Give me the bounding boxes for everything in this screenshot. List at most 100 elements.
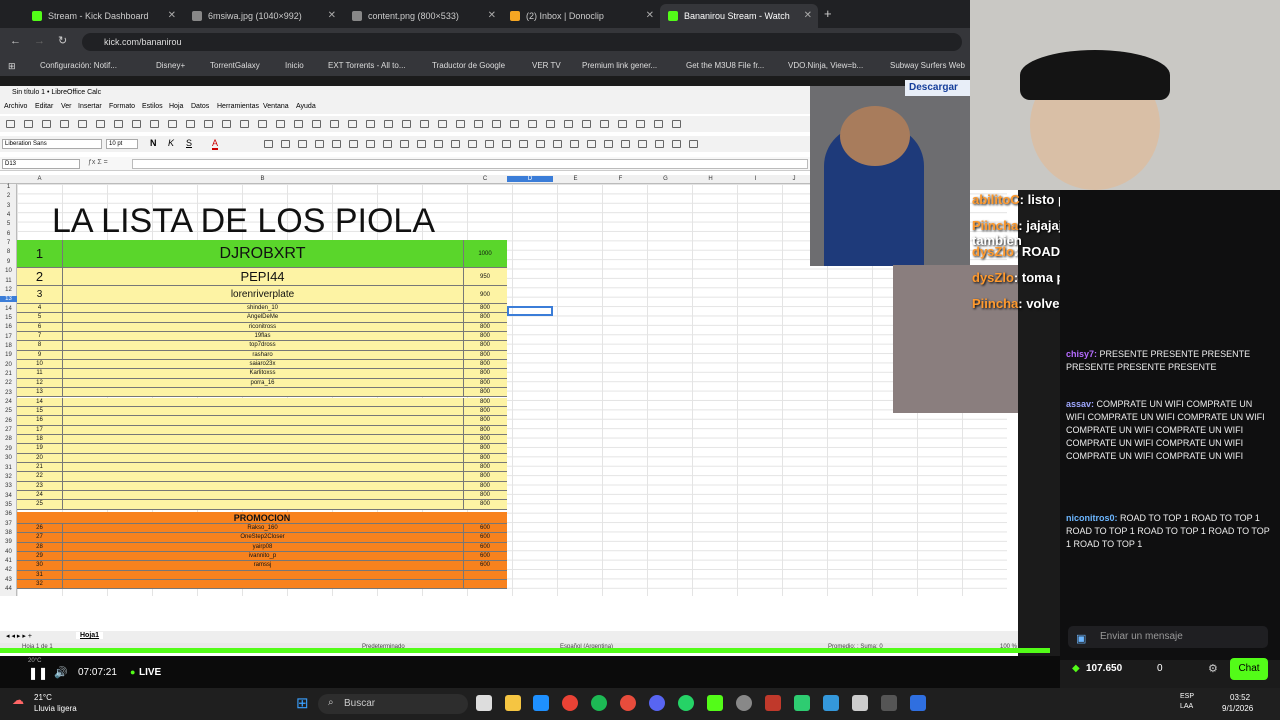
app-icon[interactable] <box>823 695 839 711</box>
row-header[interactable]: 12 <box>0 287 17 293</box>
row-header[interactable]: 9 <box>0 259 17 265</box>
bookmark-item[interactable]: Configuración: Notif... <box>40 61 117 70</box>
row-header[interactable]: 39 <box>0 539 17 545</box>
row-header[interactable]: 16 <box>0 324 17 330</box>
table-row[interactable]: 31 <box>17 570 507 581</box>
toolbar-icon[interactable] <box>519 140 528 148</box>
store-icon[interactable] <box>533 695 549 711</box>
toolbar-icon[interactable] <box>621 140 630 148</box>
column-header[interactable]: A <box>17 176 62 182</box>
row-header[interactable]: 19 <box>0 352 17 358</box>
bookmark-item[interactable]: VER TV <box>532 61 561 70</box>
italic-icon[interactable]: K <box>168 138 174 148</box>
row-header[interactable]: 13 <box>0 296 17 303</box>
row-header[interactable]: 27 <box>0 427 17 433</box>
toolbar-icon[interactable] <box>553 140 562 148</box>
toolbar-icon[interactable] <box>468 140 477 148</box>
table-row[interactable]: 4 shinden_10 800 <box>17 304 507 314</box>
table-row[interactable]: 32 <box>17 580 507 590</box>
app-icon[interactable] <box>765 695 781 711</box>
toolbar-icon[interactable] <box>150 120 159 128</box>
font-color-icon[interactable]: A <box>212 138 219 150</box>
name-box[interactable]: D13 <box>2 159 80 169</box>
bookmark-item[interactable]: Get the M3U8 File fr... <box>686 61 764 70</box>
table-row[interactable]: 1 DJROBXRT 1000 <box>17 240 507 268</box>
toolbar-icon[interactable] <box>582 120 591 128</box>
chat-username[interactable]: niconitros0: <box>1066 513 1118 523</box>
toolbar-icon[interactable] <box>384 120 393 128</box>
file-explorer-icon[interactable] <box>505 695 521 711</box>
app-icon[interactable] <box>910 695 926 711</box>
chat-username[interactable]: chisy7: <box>1066 349 1097 359</box>
row-header[interactable]: 8 <box>0 249 17 255</box>
close-icon[interactable]: ✕ <box>488 10 496 21</box>
table-row[interactable]: 29 ivannito_p 600 <box>17 552 507 562</box>
clock-date[interactable]: 9/1/2026 <box>1222 704 1253 713</box>
app-icon[interactable] <box>620 695 636 711</box>
menu-herramientas[interactable]: Herramientas <box>217 103 259 110</box>
toolbar-icon[interactable] <box>420 120 429 128</box>
chat-settings-icon[interactable]: ▣ <box>1076 632 1086 645</box>
font-name-select[interactable]: Liberation Sans <box>2 139 102 149</box>
reload-icon[interactable]: ↻ <box>58 34 67 47</box>
chrome-icon[interactable] <box>562 695 578 711</box>
whatsapp-icon[interactable] <box>678 695 694 711</box>
toolbar-icon[interactable] <box>186 120 195 128</box>
table-row[interactable]: 8 top7dross 800 <box>17 341 507 351</box>
toolbar-icon[interactable] <box>383 140 392 148</box>
new-tab-icon[interactable]: + <box>824 6 832 21</box>
row-header[interactable]: 36 <box>0 511 17 517</box>
menu-editar[interactable]: Editar <box>35 103 53 110</box>
menu-hoja[interactable]: Hoja <box>169 103 183 110</box>
row-header[interactable]: 14 <box>0 306 17 312</box>
discord-icon[interactable] <box>649 695 665 711</box>
toolbar-icon[interactable] <box>502 140 511 148</box>
toolbar-icon[interactable] <box>315 140 324 148</box>
toolbar-icon[interactable] <box>281 140 290 148</box>
toolbar-icon[interactable] <box>330 120 339 128</box>
formula-input[interactable] <box>132 159 808 169</box>
clock-time[interactable]: 03:52 <box>1230 693 1250 702</box>
bookmark-item[interactable]: VDO.Ninja, View=b... <box>788 61 863 70</box>
toolbar-icon[interactable] <box>654 120 663 128</box>
row-header[interactable]: 7 <box>0 240 17 246</box>
table-row[interactable]: 9 rasharo 800 <box>17 350 507 361</box>
toolbar-icon[interactable] <box>264 140 273 148</box>
toolbar-icon[interactable] <box>60 120 69 128</box>
toolbar-icon[interactable] <box>366 120 375 128</box>
row-header[interactable]: 42 <box>0 567 17 573</box>
table-row[interactable]: 24 800 <box>17 491 507 501</box>
windows-start-icon[interactable]: ⊞ <box>296 694 309 712</box>
toolbar-icon[interactable] <box>456 120 465 128</box>
bookmark-item[interactable]: Disney+ <box>156 61 185 70</box>
toolbar-icon[interactable] <box>528 120 537 128</box>
url-input[interactable]: kick.com/bananirou <box>82 33 962 51</box>
row-header[interactable]: 22 <box>0 380 17 386</box>
toolbar-icon[interactable] <box>689 140 698 148</box>
toolbar-icon[interactable] <box>298 140 307 148</box>
table-row[interactable]: 18 800 <box>17 434 507 445</box>
table-row[interactable]: 15 800 <box>17 406 507 417</box>
row-header[interactable]: 44 <box>0 586 17 592</box>
table-row[interactable]: 14 800 <box>17 397 507 407</box>
row-header[interactable]: 6 <box>0 231 17 237</box>
toolbar-icon[interactable] <box>349 140 358 148</box>
sheet-nav-icon[interactable]: ◂ ◂ ▸ ▸ + <box>6 632 32 640</box>
row-header[interactable]: 24 <box>0 399 17 405</box>
toolbar-icon[interactable] <box>451 140 460 148</box>
toolbar-icon[interactable] <box>240 120 249 128</box>
gear-icon[interactable]: ⚙ <box>1208 662 1218 675</box>
function-wizard-icon[interactable]: ƒx Σ = <box>88 159 108 166</box>
toolbar-icon[interactable] <box>638 140 647 148</box>
tab-content[interactable]: content.png (800×533) ✕ <box>344 4 502 28</box>
taskview-icon[interactable] <box>476 695 492 711</box>
toolbar-icon[interactable] <box>618 120 627 128</box>
table-row[interactable]: 28 yairp08 600 <box>17 542 507 553</box>
row-header[interactable]: 41 <box>0 558 17 564</box>
selected-cell-cursor[interactable] <box>507 306 553 316</box>
toolbar-icon[interactable] <box>438 120 447 128</box>
toolbar-icon[interactable] <box>258 120 267 128</box>
taskbar-search[interactable]: Buscar <box>318 694 468 714</box>
toolbar-icon[interactable] <box>434 140 443 148</box>
row-header[interactable]: 31 <box>0 465 17 471</box>
